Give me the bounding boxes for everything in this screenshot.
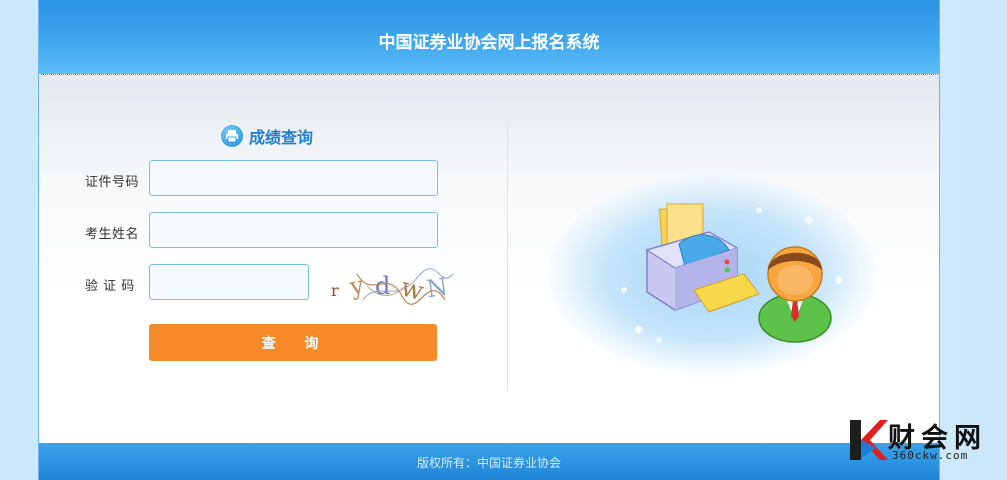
captcha-label: 验 证 码 bbox=[85, 279, 135, 294]
watermark: 财会网 360ckw.com bbox=[848, 416, 1007, 480]
main-panel: 成绩查询 证件号码 考生姓名 验 证 码 r y d w N 查 询 bbox=[39, 75, 939, 443]
id-number-input[interactable] bbox=[149, 160, 438, 196]
captcha-char: N bbox=[425, 273, 450, 304]
candidate-name-input[interactable] bbox=[149, 212, 438, 248]
captcha-image[interactable]: r y d w N bbox=[327, 260, 457, 306]
query-button[interactable]: 查 询 bbox=[149, 324, 437, 361]
section-heading: 成绩查询 bbox=[221, 123, 313, 149]
id-number-label: 证件号码 bbox=[85, 175, 140, 190]
page-frame: 中国证券业协会网上报名系统 成绩查询 证件号码 考生姓名 验 证 码 r y d… bbox=[38, 0, 940, 480]
printer-and-user-icon bbox=[621, 203, 843, 343]
captcha-input[interactable] bbox=[149, 264, 309, 300]
page-title: 中国证券业协会网上报名系统 bbox=[378, 33, 600, 53]
section-title: 成绩查询 bbox=[249, 128, 314, 147]
watermark-url: 360ckw.com bbox=[892, 449, 969, 462]
header-bar: 中国证券业协会网上报名系统 bbox=[39, 0, 939, 75]
vertical-divider bbox=[507, 123, 508, 391]
footer-bar: 版权所有：中国证券业协会 bbox=[39, 443, 939, 480]
copyright-text: 版权所有：中国证券业协会 bbox=[416, 456, 561, 470]
k-logo-icon bbox=[850, 420, 888, 460]
captcha-char: y bbox=[346, 271, 366, 302]
printer-icon bbox=[221, 125, 243, 147]
candidate-name-label: 考生姓名 bbox=[85, 227, 140, 242]
captcha-char: r bbox=[331, 281, 339, 300]
